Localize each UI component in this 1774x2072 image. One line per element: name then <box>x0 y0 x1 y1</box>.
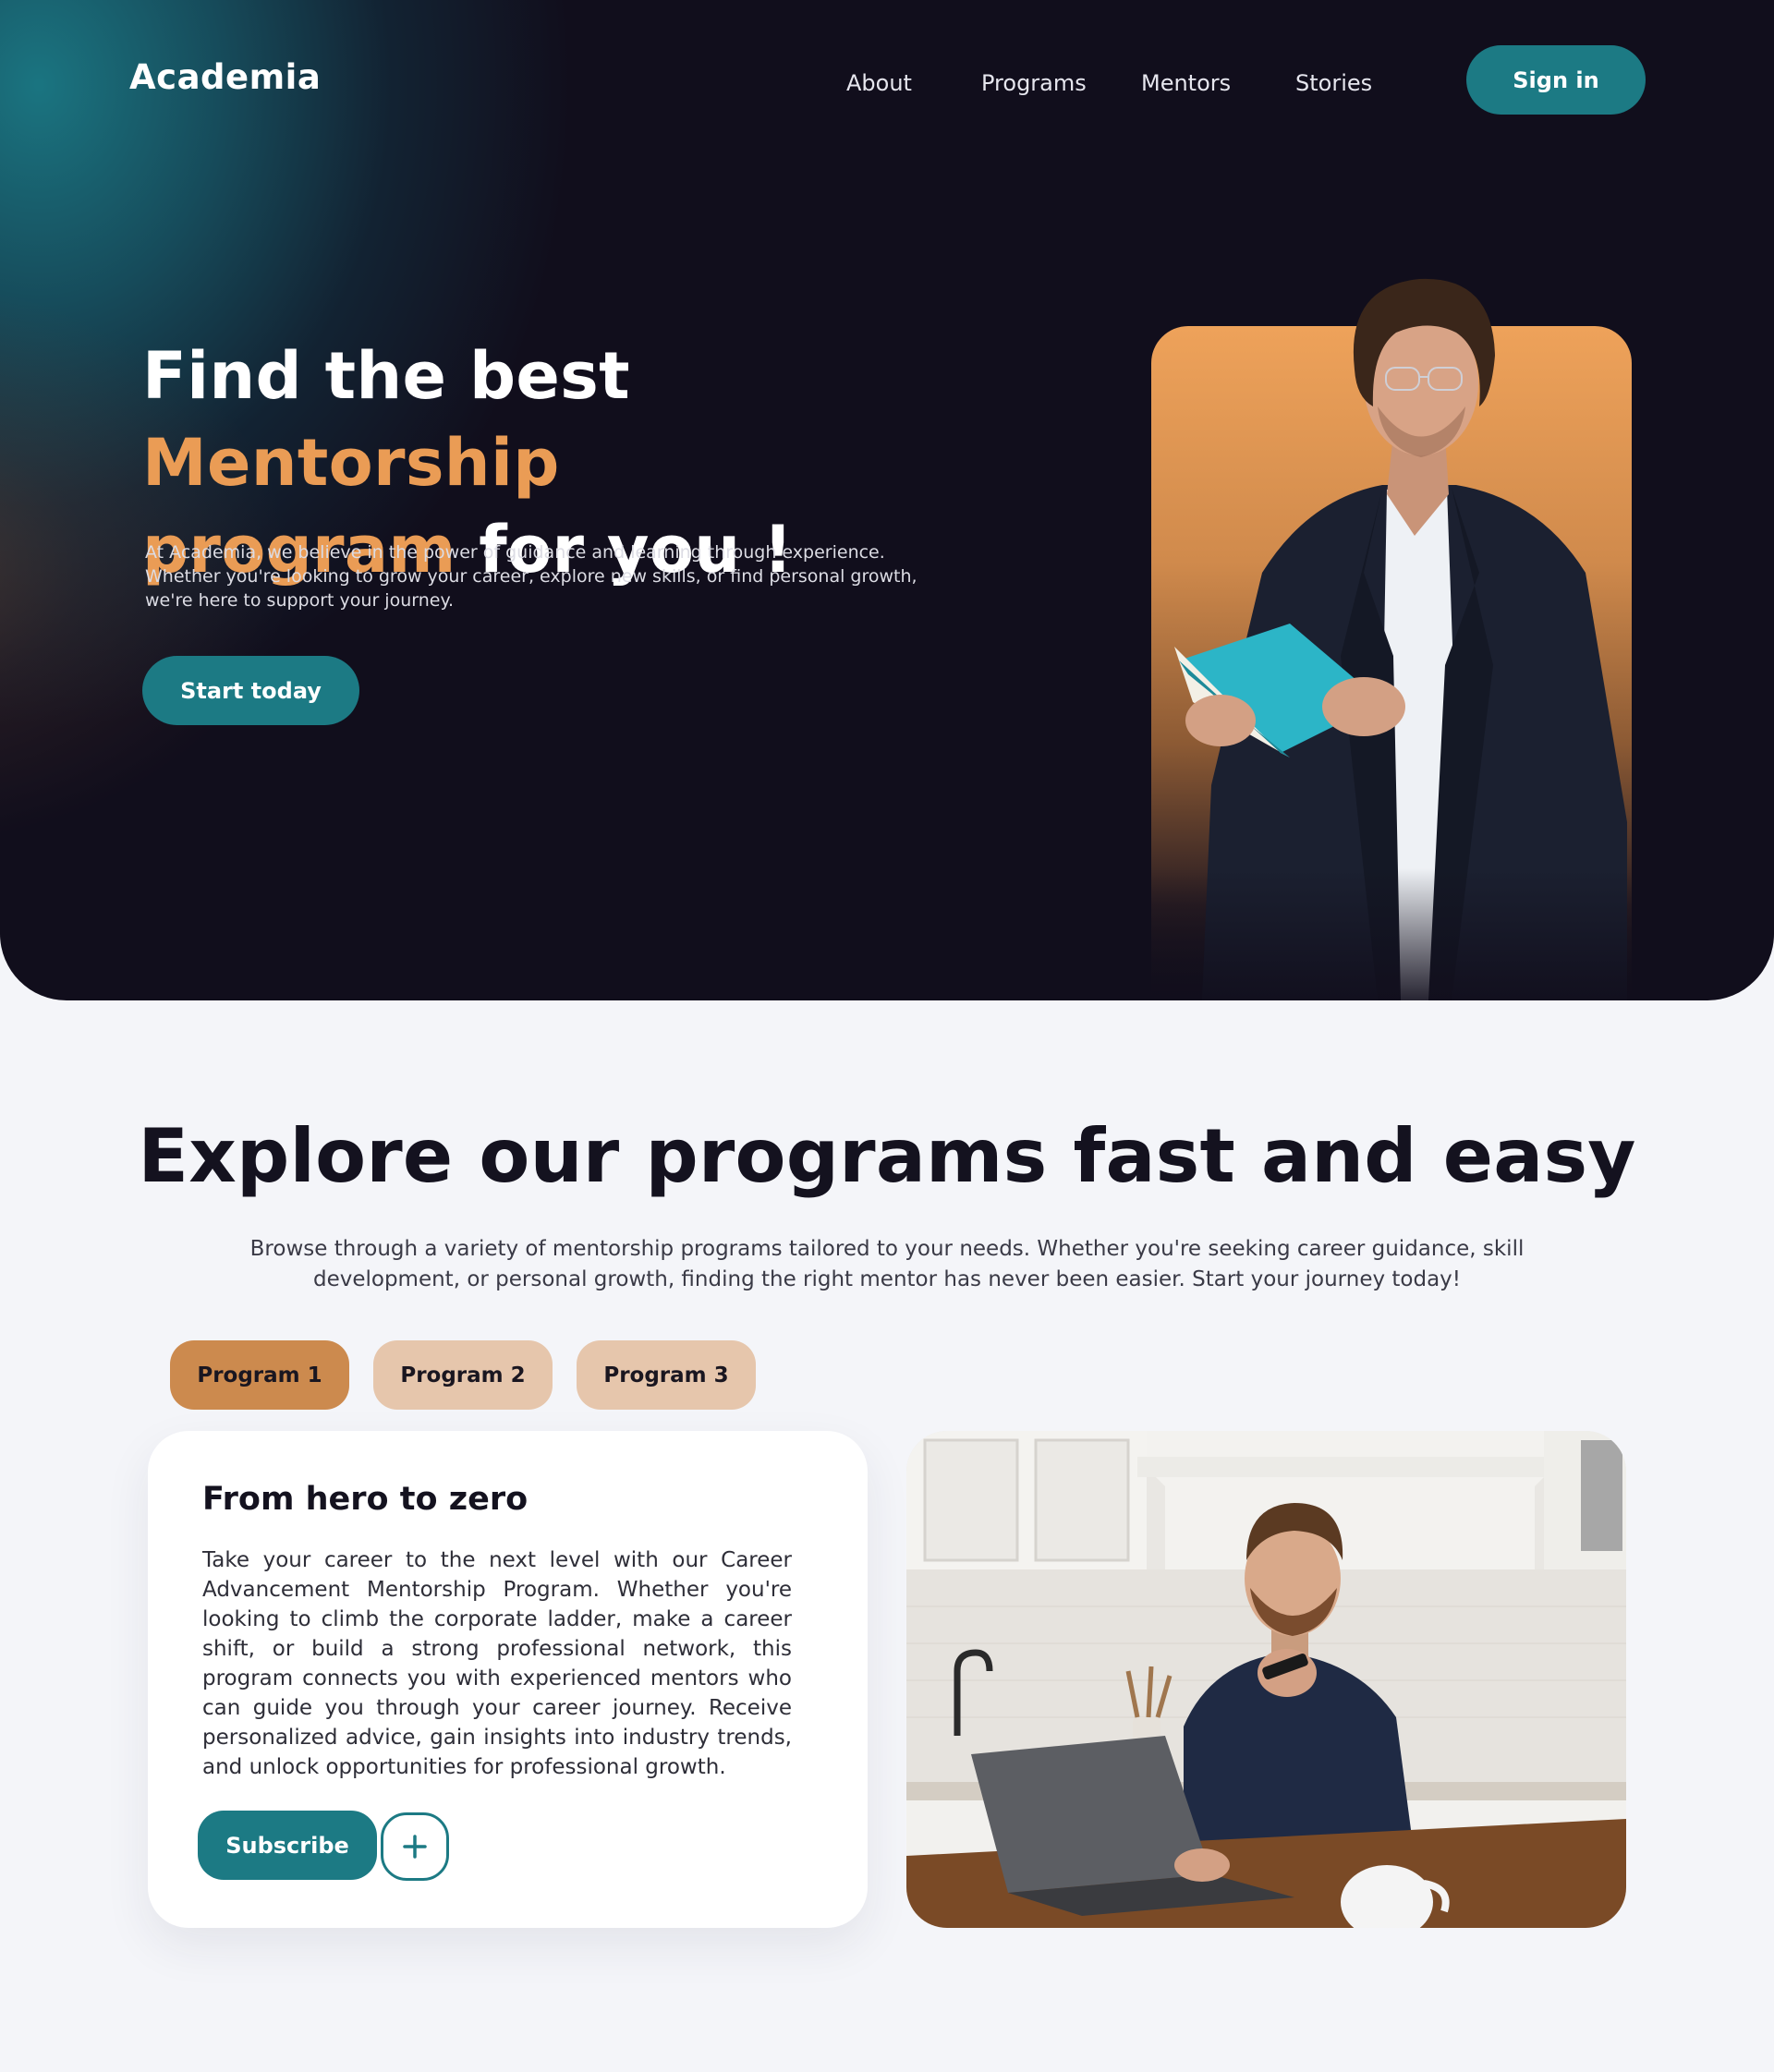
program-photo <box>906 1431 1626 1928</box>
program-card: From hero to zero Take your career to th… <box>148 1431 868 1928</box>
nav-mentors[interactable]: Mentors <box>1141 70 1231 96</box>
subscribe-button[interactable]: Subscribe <box>198 1811 377 1880</box>
mentor-photo <box>1151 268 1632 1000</box>
start-today-button[interactable]: Start today <box>142 656 359 725</box>
add-button[interactable] <box>381 1812 449 1881</box>
tab-program-3[interactable]: Program 3 <box>577 1340 756 1410</box>
hero-section: Academia About Programs Mentors Stories … <box>0 0 1774 1000</box>
hero-description: At Academia, we believe in the power of … <box>145 542 917 611</box>
sign-in-button[interactable]: Sign in <box>1466 45 1646 115</box>
nav-about[interactable]: About <box>846 70 912 96</box>
program-card-title: From hero to zero <box>202 1481 529 1518</box>
hero-title-accent-mentorship: Mentorship <box>142 425 560 501</box>
nav-programs[interactable]: Programs <box>981 70 1087 96</box>
logo[interactable]: Academia <box>129 57 321 97</box>
programs-description: Browse through a variety of mentorship p… <box>249 1237 1525 1291</box>
tab-program-2[interactable]: Program 2 <box>373 1340 553 1410</box>
hero-title-part1: Find the best <box>142 338 630 414</box>
plus-icon <box>403 1835 427 1859</box>
tab-program-1[interactable]: Program 1 <box>170 1340 349 1410</box>
nav-stories[interactable]: Stories <box>1295 70 1372 96</box>
program-card-text: Take your career to the next level with … <box>202 1548 792 1779</box>
programs-title: Explore our programs fast and easy <box>138 1113 1636 1199</box>
